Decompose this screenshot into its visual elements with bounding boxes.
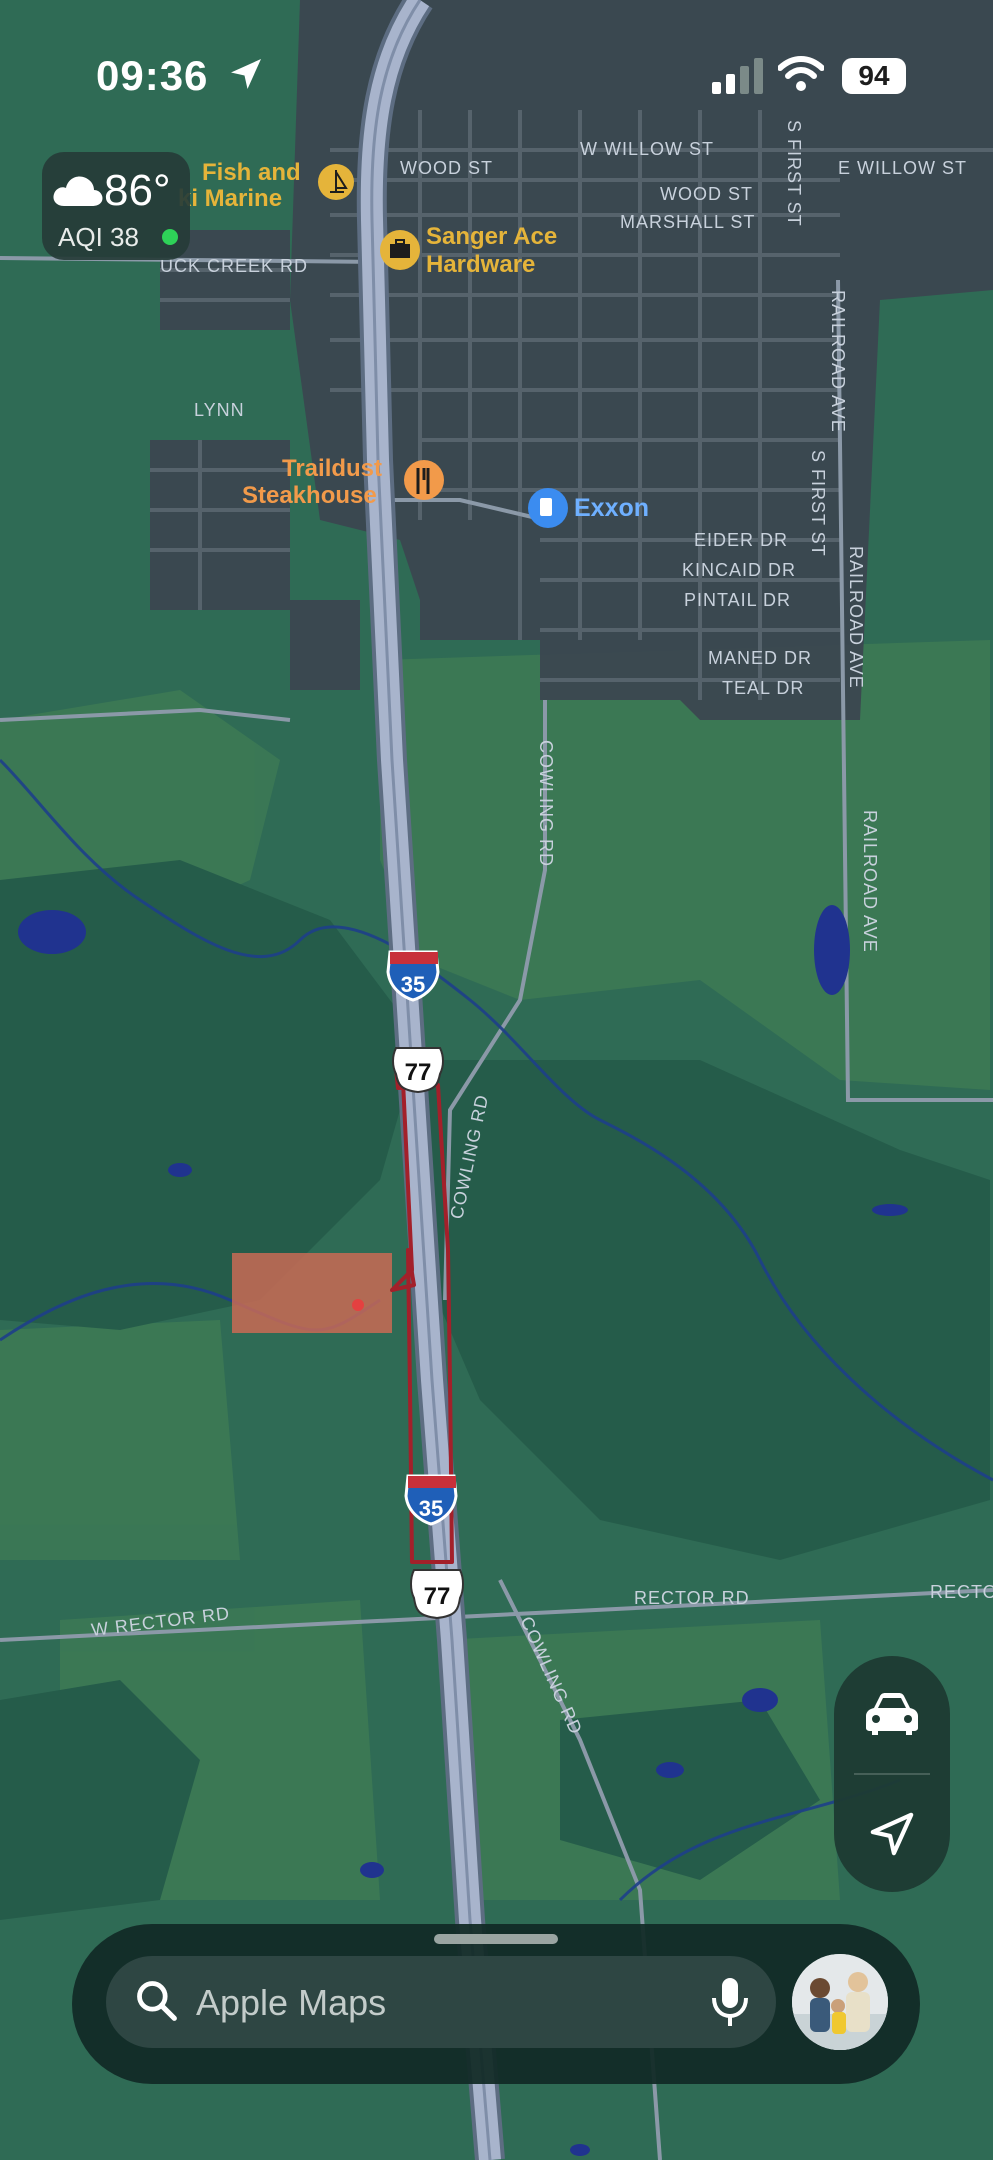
aqi-status-dot — [162, 229, 178, 245]
parcel-marker[interactable] — [352, 1299, 364, 1311]
microphone-icon[interactable] — [710, 1976, 750, 2028]
search-input[interactable] — [194, 1974, 678, 2032]
street-label: RECTO — [930, 1582, 993, 1602]
poi-label: Hardware — [426, 251, 535, 278]
street-label: WOOD ST — [660, 184, 753, 204]
svg-text:35: 35 — [419, 1496, 443, 1521]
status-bar: 09:36 94 — [0, 0, 993, 150]
street-label: KINCAID DR — [682, 560, 796, 580]
poi-label: ki Marine — [178, 185, 282, 212]
svg-text:35: 35 — [401, 972, 425, 997]
street-label: PINTAIL DR — [684, 590, 791, 610]
us77-shield-south: 77 — [410, 1569, 464, 1620]
controls-divider — [854, 1773, 930, 1775]
search-sheet[interactable] — [72, 1924, 920, 2084]
avatar[interactable] — [792, 1954, 888, 2050]
maps-screen: W WILLOW ST E WILLOW ST WOOD ST WOOD ST … — [0, 0, 993, 2160]
street-label: S FIRST ST — [808, 450, 828, 557]
street-label: TEAL DR — [722, 678, 804, 698]
street-label: RAILROAD AVE — [828, 290, 848, 433]
poi-label: Sanger Ace — [426, 223, 557, 250]
battery-indicator: 94 — [842, 58, 906, 94]
street-label: E WILLOW ST — [838, 158, 967, 178]
cloud-icon — [53, 176, 103, 206]
map-controls — [834, 1656, 950, 1892]
aqi-value: AQI 38 — [58, 222, 139, 252]
street-label: LYNN — [194, 400, 245, 420]
poi-label: Traildust — [282, 455, 382, 482]
magnifying-glass-icon — [137, 1981, 177, 2021]
profile-photo — [792, 1954, 888, 2050]
weather-widget[interactable]: 86° AQI 38 — [42, 152, 190, 260]
street-label: UCK CREEK RD — [160, 256, 308, 276]
location-arrow-icon — [870, 1812, 914, 1856]
street-label: RAILROAD AVE — [846, 546, 866, 689]
signal-icon — [712, 58, 763, 94]
svg-text:77: 77 — [405, 1059, 432, 1086]
clock: 09:36 — [96, 52, 209, 99]
wifi-icon — [778, 56, 824, 91]
us77-shield-north: 77 — [392, 1047, 444, 1094]
sheet-grabber[interactable] — [434, 1934, 558, 1944]
drive-mode-button[interactable] — [834, 1656, 950, 1772]
poi-label: Exxon — [574, 494, 649, 522]
location-arrow-icon — [231, 59, 261, 89]
street-label: RECTOR RD — [634, 1588, 750, 1608]
poi-label: Fish and — [202, 159, 301, 186]
street-label: EIDER DR — [694, 530, 788, 550]
street-label: WOOD ST — [400, 158, 493, 178]
car-icon — [866, 1693, 918, 1735]
svg-text:77: 77 — [424, 1583, 451, 1610]
poi-label: Steakhouse — [242, 482, 377, 509]
temperature: 86° — [104, 166, 171, 215]
street-label: RAILROAD AVE — [860, 810, 880, 953]
current-location-button[interactable] — [834, 1776, 950, 1892]
highlighted-parcel[interactable] — [232, 1253, 392, 1333]
street-label: MARSHALL ST — [620, 212, 755, 232]
search-field[interactable] — [106, 1956, 776, 2048]
street-label: COWLING RD — [536, 740, 556, 867]
street-label: MANED DR — [708, 648, 812, 668]
